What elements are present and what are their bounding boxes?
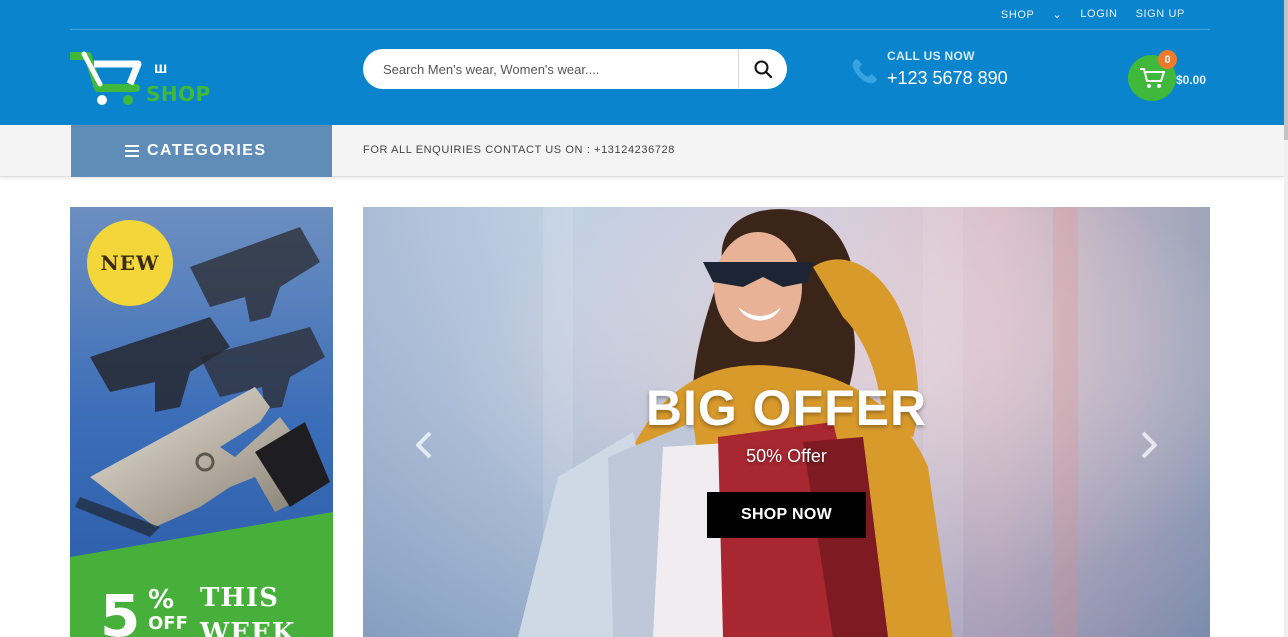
cart-count-badge: 0 [1158,50,1177,69]
this-label: THIS [200,583,279,613]
search-button[interactable] [738,49,787,89]
top-nav-links: SHOP ⌄ LOGIN SIGN UP [965,8,1185,21]
search-bar [363,49,787,89]
this-week-text: THIS WEEK [200,581,295,637]
page-scrollbar[interactable] [1284,0,1288,637]
category-bar: CATEGORIES FOR ALL ENQUIRIES CONTACT US … [0,125,1284,177]
cart-total: $0.00 [1176,73,1207,87]
call-us-label: CALL US NOW [887,49,975,63]
cart-icon [1140,68,1165,88]
logo-text: SHOP [146,82,211,106]
chevron-down-icon: ⌄ [1052,9,1063,21]
off-label: OFF [148,613,188,634]
search-icon [754,60,772,78]
hero-title: BIG OFFER [645,380,928,436]
site-logo[interactable]: ш SHOP [70,50,210,110]
site-header: SHOP ⌄ LOGIN SIGN UP ш SHOP CALL US NOW [0,0,1284,125]
week-label: WEEK [200,618,296,637]
percent-sign: % [148,585,175,615]
phone-icon [852,59,877,84]
discount-percent: 5 [100,582,141,637]
enquiry-text: FOR ALL ENQUIRIES CONTACT US ON : +13124… [363,144,675,156]
hero-slider: BIG OFFER 50% Offer SHOP NOW [363,207,1210,637]
top-nav: SHOP ⌄ LOGIN SIGN UP [70,0,1210,30]
phone-number[interactable]: +123 5678 890 [887,68,1008,89]
promo-side-banner[interactable]: NEW 5 % OFF THIS WEEK [70,207,333,637]
hero-subtitle: 50% Offer [746,446,827,466]
cart-logo-icon [70,51,142,105]
categories-label: CATEGORIES [147,142,267,159]
login-link[interactable]: LOGIN [1080,8,1117,21]
signup-link[interactable]: SIGN UP [1136,8,1185,21]
logo-mark: ш [154,60,168,77]
scrollbar-thumb[interactable] [1284,0,1288,140]
search-input[interactable] [363,49,737,89]
shop-now-button[interactable]: SHOP NOW [707,492,866,538]
new-badge: NEW [87,220,173,306]
categories-button[interactable]: CATEGORIES [71,125,332,177]
discount-sign: % OFF [148,587,188,633]
menu-icon [125,145,139,157]
shop-menu-label: SHOP [1000,9,1035,21]
shop-menu-link[interactable]: SHOP ⌄ [983,8,1062,21]
